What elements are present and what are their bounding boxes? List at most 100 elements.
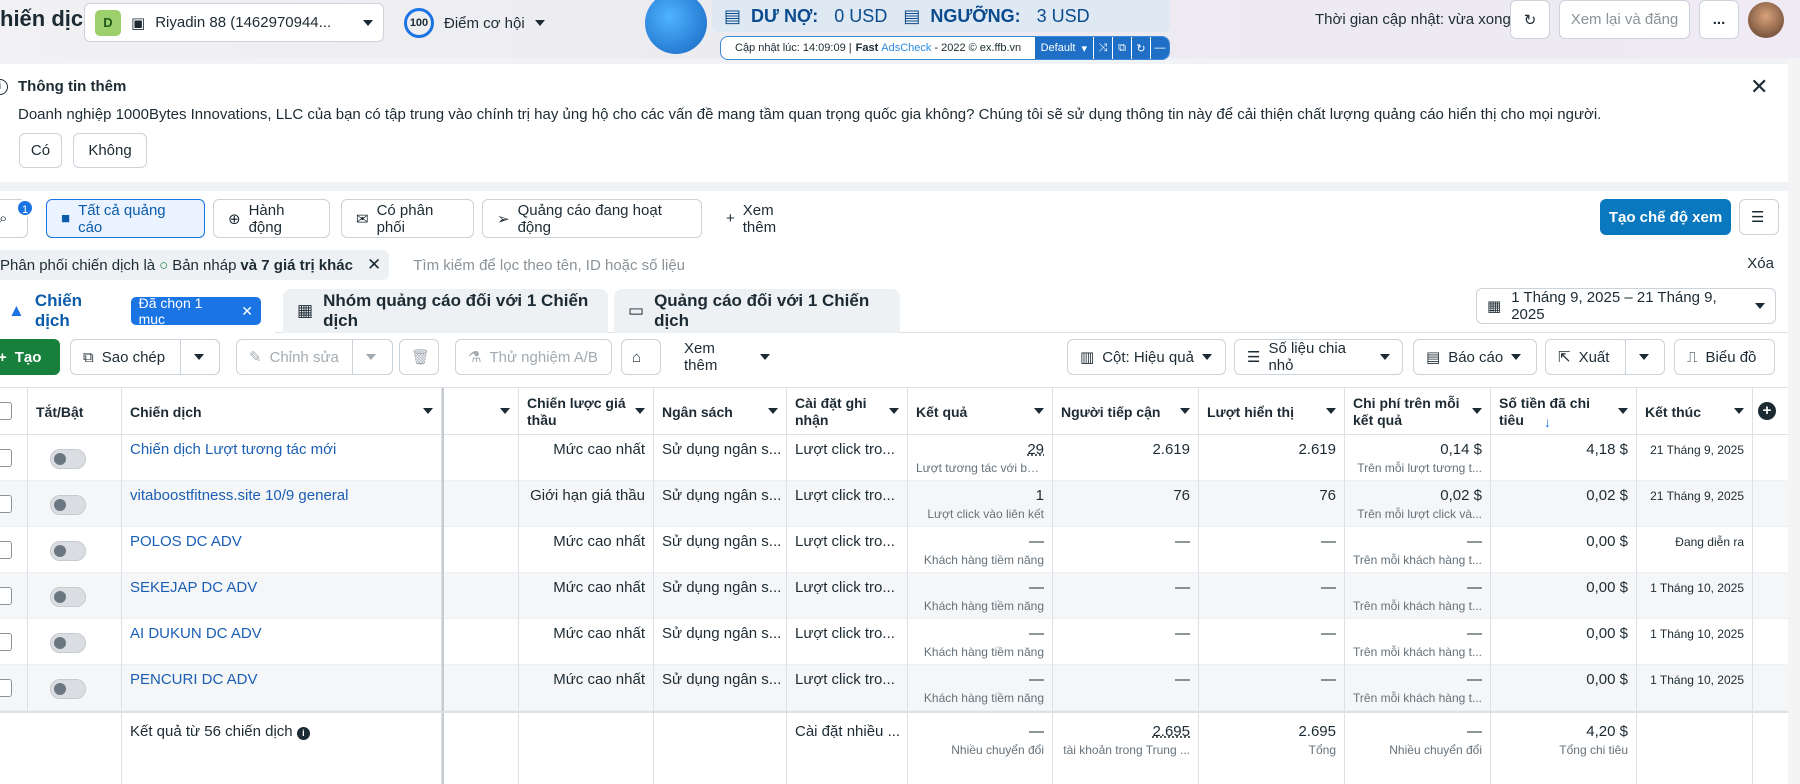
campaign-name-cell-value[interactable]: POLOS DC ADV — [130, 533, 242, 550]
no-button[interactable]: Không — [73, 133, 147, 168]
table-row[interactable]: AI DUKUN DC ADV Mức cao nhất Sử dụng ngân … — [0, 619, 1788, 665]
export-dropdown[interactable] — [1625, 339, 1665, 375]
tag-button[interactable]: ⌂ — [621, 339, 661, 375]
amount-spent-cell: 0,00 $ — [1491, 665, 1637, 711]
minimize-icon[interactable]: — — [1150, 37, 1169, 59]
tab-campaigns[interactable]: ▲ Chiến dịch Đã chọn 1 mục ✕ — [0, 289, 275, 333]
edit-dropdown[interactable] — [352, 339, 393, 375]
header-ends[interactable]: Kết thúc — [1637, 388, 1753, 436]
page-scrollbar[interactable] — [1788, 58, 1800, 784]
campaign-name-cell[interactable]: AI DUKUN DC ADV — [122, 619, 442, 665]
charts-button[interactable]: ⎍ Biểu đồ — [1674, 339, 1775, 375]
opportunity-score-button[interactable]: 100 Điểm cơ hội — [404, 8, 545, 38]
selected-chip[interactable]: Đã chọn 1 mục ✕ — [130, 295, 261, 327]
row-checkbox[interactable] — [0, 449, 12, 467]
table-row[interactable]: POLOS DC ADV Mức cao nhất Sử dụng ngân s..… — [0, 527, 1788, 573]
row-checkbox[interactable] — [0, 633, 12, 651]
add-column-icon[interactable]: + — [1758, 402, 1776, 420]
campaign-toggle[interactable] — [50, 541, 86, 561]
row-checkbox[interactable] — [0, 679, 12, 697]
row-checkbox[interactable] — [0, 541, 12, 559]
delete-button[interactable]: 🗑 — [399, 339, 439, 375]
campaign-toggle[interactable] — [50, 633, 86, 653]
filter-chip[interactable]: Phân phối chiến dịch là ○ Bản nháp và 7 … — [0, 250, 390, 280]
view-has-delivery-label: Có phân phối — [376, 201, 434, 236]
row-checkbox[interactable] — [0, 587, 12, 605]
campaign-toggle[interactable] — [50, 449, 86, 469]
campaign-name-cell-value[interactable]: vitaboostfitness.site 10/9 general — [130, 487, 348, 504]
review-publish-button[interactable]: Xem lại và đăng — [1559, 0, 1690, 39]
header-reach[interactable]: Người tiếp cận — [1053, 388, 1199, 436]
upload-icon: ⊕ — [228, 210, 241, 228]
campaign-name-cell[interactable]: POLOS DC ADV — [122, 527, 442, 573]
campaign-toggle[interactable] — [50, 495, 86, 515]
refresh-button[interactable]: ↻ — [1510, 0, 1550, 39]
header-hidden-column[interactable] — [442, 388, 519, 436]
filter-search-input[interactable]: Tìm kiếm để lọc theo tên, ID hoặc số liệ… — [413, 257, 685, 274]
header-cost-per-result[interactable]: Chi phí trên mỗi kết quả — [1345, 388, 1491, 436]
columns-button[interactable]: ▥ Cột: Hiệu quả — [1067, 339, 1226, 375]
shuffle-icon[interactable]: ⤨ — [1093, 37, 1112, 59]
campaign-name-cell-value[interactable]: SEKEJAP DC ADV — [130, 579, 257, 596]
header-impressions[interactable]: Lượt hiển thị — [1199, 388, 1345, 436]
create-button[interactable]: + Tạo — [0, 339, 60, 375]
view-active-ads[interactable]: ➢ Quảng cáo đang hoạt động — [482, 199, 702, 238]
row-checkbox[interactable] — [0, 495, 12, 513]
clear-filters-link[interactable]: Xóa — [1747, 255, 1774, 272]
more-actions-button[interactable]: Xem thêm — [672, 339, 782, 375]
view-see-more-label: Xem thêm — [742, 201, 777, 236]
reports-button[interactable]: ▤ Báo cáo — [1413, 339, 1537, 375]
results-cell: — Khách hàng tiềm năng — [908, 573, 1053, 619]
table-row[interactable]: vitaboostfitness.site 10/9 general Giới h… — [0, 481, 1788, 527]
account-selector[interactable]: D ▣ Riyadin 88 (1462970944... — [84, 3, 384, 42]
close-icon[interactable]: ✕ — [367, 255, 381, 275]
close-icon[interactable]: ✕ — [1750, 74, 1768, 100]
view-settings-button[interactable]: ☰ — [1739, 199, 1779, 235]
campaign-name-cell[interactable]: SEKEJAP DC ADV — [122, 573, 442, 619]
table-row[interactable]: SEKEJAP DC ADV Mức cao nhất Sử dụng ngân s… — [0, 573, 1788, 619]
campaign-name-cell[interactable]: vitaboostfitness.site 10/9 general — [122, 481, 442, 527]
header-amount-spent[interactable]: Số tiền đã chi tiêu ↓ — [1491, 388, 1637, 436]
create-view-button[interactable]: Tạo chế độ xem — [1600, 199, 1731, 235]
duplicate-dropdown[interactable] — [180, 339, 220, 375]
profile-avatar[interactable] — [1748, 2, 1784, 38]
table-row[interactable]: PENCURI DC ADV Mức cao nhất Sử dụng ngân s… — [0, 665, 1788, 711]
tab-ads[interactable]: ▭ Quảng cáo đối với 1 Chiến dịch — [614, 289, 900, 333]
info-icon[interactable]: i — [296, 727, 310, 740]
copy-icon[interactable]: ⧉ — [1112, 37, 1131, 59]
view-has-delivery[interactable]: ✉ Có phân phối — [341, 199, 474, 238]
header-budget[interactable]: Ngân sách — [654, 388, 787, 436]
refresh-icon[interactable]: ↻ — [1131, 37, 1150, 59]
campaign-name-cell-value[interactable]: Chiến dịch Lượt tương tác mới — [130, 441, 336, 458]
more-options-button[interactable]: ... — [1699, 0, 1739, 39]
row-select-cell — [0, 619, 28, 665]
header-campaign[interactable]: Chiến dịch — [122, 388, 442, 436]
campaign-name-cell-value[interactable]: AI DUKUN DC ADV — [130, 625, 262, 642]
header-bid-strategy[interactable]: Chiến lược giá thầu — [519, 388, 654, 436]
table-row[interactable]: Chiến dịch Lượt tương tác mới Mức cao nhấ… — [0, 435, 1788, 481]
tab-adsets[interactable]: ▦ Nhóm quảng cáo đối với 1 Chiến dịch — [283, 289, 608, 333]
ends-cell: 21 Tháng 9, 2025 — [1637, 481, 1753, 527]
yes-button[interactable]: Có — [19, 133, 62, 168]
grid-icon: ▦ — [297, 301, 314, 320]
campaign-name-cell[interactable]: Chiến dịch Lượt tương tác mới — [122, 435, 442, 481]
export-button[interactable]: ⇱ Xuất — [1545, 339, 1628, 375]
breakdown-button[interactable]: ☰ Số liệu chia nhỏ — [1234, 339, 1403, 375]
adscheck-preset-select[interactable]: Default ▾ — [1034, 37, 1093, 59]
account-avatar: D — [95, 9, 121, 36]
campaign-name-cell-value[interactable]: PENCURI DC ADV — [130, 671, 258, 688]
campaign-toggle[interactable] — [50, 679, 86, 699]
view-see-more[interactable]: + Xem thêm — [712, 199, 822, 238]
view-all-ads[interactable]: ■ Tất cả quảng cáo — [46, 199, 205, 238]
cost-per-result-cell-value: — — [1467, 579, 1482, 596]
ab-test-button[interactable]: ⚗ Thử nghiệm A/B — [455, 339, 612, 375]
view-actions[interactable]: ⊕ Hành động — [213, 199, 330, 238]
campaign-toggle[interactable] — [50, 587, 86, 607]
close-icon[interactable]: ✕ — [241, 303, 253, 320]
header-attribution[interactable]: Cài đặt ghi nhận — [787, 388, 908, 436]
date-range-picker[interactable]: ▦ 1 Tháng 9, 2025 – 21 Tháng 9, 2025 — [1476, 288, 1776, 324]
campaign-name-cell[interactable]: PENCURI DC ADV — [122, 665, 442, 711]
header-campaign-label: Chiến dịch — [130, 403, 202, 420]
header-results[interactable]: Kết quả — [908, 388, 1053, 436]
select-all-checkbox[interactable] — [0, 402, 12, 420]
